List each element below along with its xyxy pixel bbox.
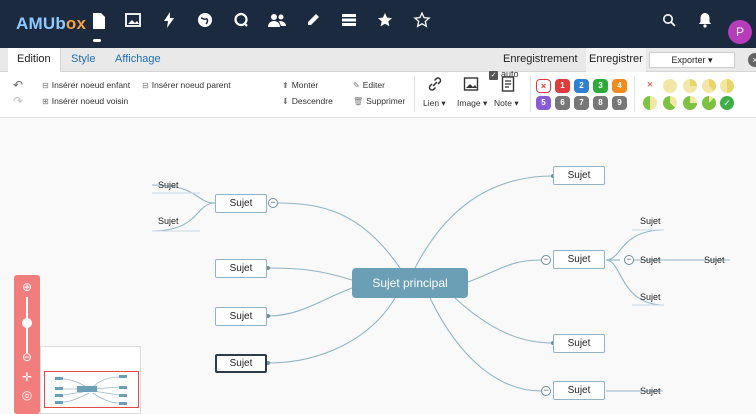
- zoom-out-icon[interactable]: ⊖: [19, 349, 35, 365]
- collapse-toggle[interactable]: −: [541, 255, 551, 265]
- mindmap-leaf[interactable]: Sujet: [158, 180, 179, 190]
- mindmap-leaf[interactable]: Sujet: [640, 386, 661, 396]
- mindmap-node-selected[interactable]: Sujet: [215, 354, 267, 373]
- zoom-slider-handle[interactable]: [22, 318, 32, 328]
- mindmap-node[interactable]: Sujet: [553, 334, 605, 353]
- collapse-toggle[interactable]: −: [624, 255, 634, 265]
- mindmap-leaf[interactable]: Sujet: [640, 292, 661, 302]
- mindmap-leaf[interactable]: Sujet: [158, 216, 179, 226]
- mindmap-leaf[interactable]: Sujet: [640, 255, 661, 265]
- mindmap-node[interactable]: Sujet: [553, 381, 605, 400]
- mindmap-node[interactable]: Sujet: [553, 250, 605, 269]
- mindmap-node[interactable]: Sujet: [215, 194, 267, 213]
- mindmap-leaf[interactable]: Sujet: [704, 255, 725, 265]
- mindmap-node[interactable]: Sujet: [215, 259, 267, 278]
- mindmap-leaf[interactable]: Sujet: [640, 216, 661, 226]
- collapse-toggle[interactable]: −: [541, 386, 551, 396]
- root-node[interactable]: Sujet principal: [352, 268, 468, 298]
- minimap-viewport[interactable]: [44, 371, 139, 408]
- zoom-in-icon[interactable]: ⊕: [19, 279, 35, 295]
- collapse-toggle[interactable]: −: [268, 198, 278, 208]
- zoom-panel: ⊕ ⊖ ✛ ◎: [14, 275, 40, 414]
- minimap[interactable]: [40, 346, 141, 414]
- mindmap-node[interactable]: Sujet: [553, 166, 605, 185]
- mindmap-node[interactable]: Sujet: [215, 307, 267, 326]
- center-icon[interactable]: ◎: [19, 387, 35, 403]
- move-icon[interactable]: ✛: [19, 369, 35, 385]
